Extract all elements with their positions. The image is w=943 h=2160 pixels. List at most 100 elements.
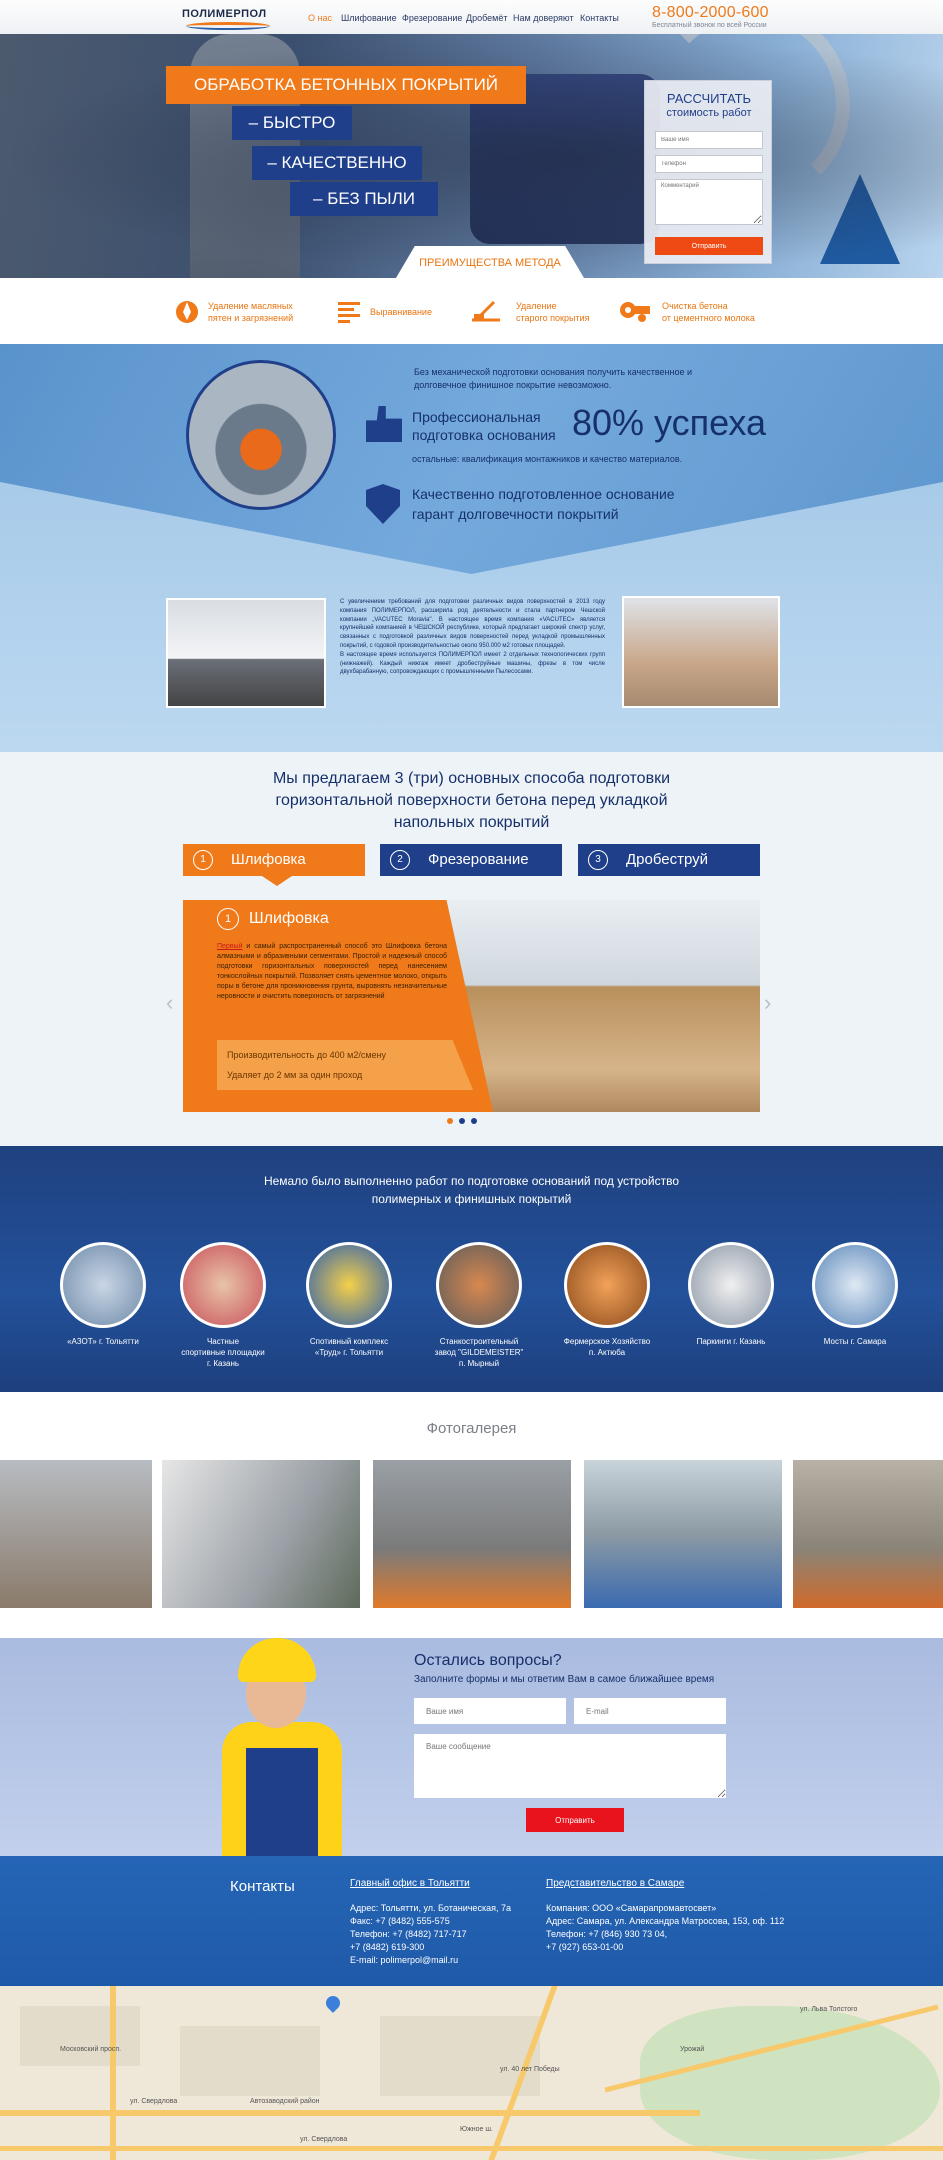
contact-name-input[interactable] [414, 1698, 566, 1724]
footer-title: Контакты [230, 1878, 295, 1895]
feature-old-coating: Удаление старого покрытия [516, 301, 590, 323]
work-photo[interactable] [564, 1242, 650, 1328]
gallery-photo[interactable] [0, 1460, 152, 1608]
slide-lead-link[interactable]: Первый [217, 943, 242, 950]
hero-line-dustless: – БЕЗ ПЫЛИ [290, 182, 438, 216]
nav-about[interactable]: О нас [308, 13, 332, 23]
work-photo[interactable] [436, 1242, 522, 1328]
slider-dot[interactable] [471, 1118, 477, 1124]
gallery-photo[interactable] [162, 1460, 360, 1608]
feature-oil: Удаление масляных пятен и загрязнений [208, 301, 294, 323]
tab-label: Дробеструй [626, 851, 709, 868]
work-label: Спотивный комплекс «Труд» г. Тольятти [309, 1337, 389, 1357]
contact-section: Остались вопросы? Заполните формы и мы о… [0, 1638, 943, 1856]
lines-icon [338, 302, 360, 323]
gallery-photo[interactable] [793, 1460, 943, 1608]
nav-contacts[interactable]: Контакты [580, 13, 619, 23]
pro-headline: Профессиональная подготовка основания [412, 409, 556, 443]
pro-guarantee: Качественно подготовленное основание гар… [412, 486, 675, 522]
feature-cement-milk: Очистка бетона от цементного молока [662, 301, 755, 323]
nav-shotblast[interactable]: Дробемёт [466, 13, 507, 23]
contact-subtitle: Заполните формы и мы ответим Вам в самое… [414, 1674, 715, 1685]
slider-dot[interactable] [459, 1118, 465, 1124]
worker-round-photo [186, 360, 336, 510]
calc-comment-input[interactable] [655, 179, 763, 225]
header-phone-note: Бесплатный звонок по всей России [652, 22, 767, 29]
footer-email[interactable]: E-mail: polimerpol@mail.ru [350, 1954, 511, 1967]
calc-name-input[interactable] [655, 131, 763, 149]
office-samara-details: Компания: ООО «Самарапромавтосвет» Адрес… [546, 1903, 785, 1952]
work-photo[interactable] [180, 1242, 266, 1328]
pro-percent: 80% успеха [572, 402, 766, 443]
gallery-section: Фотогалерея [0, 1392, 943, 1638]
site-header: ПОЛИМЕРПОЛ О нас Шлифование Фрезерование… [0, 0, 943, 34]
hero-headline: ОБРАБОТКА БЕТОННЫХ ПОКРЫТИЙ [166, 66, 526, 104]
work-photo[interactable] [306, 1242, 392, 1328]
helmet-icon [238, 1638, 316, 1682]
logo[interactable]: ПОЛИМЕРПОЛ [182, 8, 267, 20]
contact-email-input[interactable] [574, 1698, 726, 1724]
gallery-title: Фотогалерея [426, 1420, 517, 1437]
tab-label: Шлифовка [231, 851, 306, 868]
gallery-photo[interactable] [584, 1460, 782, 1608]
map-pin-icon[interactable] [323, 1993, 343, 2013]
flame-icon [176, 301, 198, 323]
office-tolyatti-heading: Главный офис в Тольятти [350, 1878, 470, 1889]
methods-title: Мы предлагаем 3 (три) основных способа п… [272, 770, 671, 831]
work-photo[interactable] [812, 1242, 898, 1328]
tab-label: Фрезерование [428, 851, 529, 868]
nav-milling[interactable]: Фрезерование [402, 13, 462, 23]
footer-contacts: Контакты Главный офис в Тольятти Адрес: … [0, 1856, 943, 1986]
work-label: Паркинги г. Казань [696, 1337, 766, 1346]
method-slide: 1 Шлифовка Первый и самый распространенн… [183, 900, 760, 1112]
slider-dot[interactable] [447, 1118, 453, 1124]
nav-clients[interactable]: Нам доверяют [513, 13, 574, 23]
office-tolyatti-details: Адрес: Тольятти, ул. Ботаническая, 7а Фа… [350, 1903, 511, 1967]
calc-form-title: РАССЧИТАТЬ [666, 91, 752, 106]
works-section: Немало было выполненно работ по подготов… [0, 1146, 943, 1392]
slide-number: 1 [217, 908, 239, 930]
logo-swoosh-icon [186, 22, 270, 30]
scraper-icon [472, 300, 500, 322]
contact-submit-button[interactable]: Отправить [526, 1808, 624, 1832]
work-photo[interactable] [60, 1242, 146, 1328]
van-photo [166, 598, 326, 708]
pro-description: С увеличением требований для подготовки … [340, 599, 605, 676]
equipment-photo [622, 596, 780, 708]
slide-text: Первый и самый распространенный способ э… [217, 943, 447, 1000]
work-label: Частные спортивные площадки г. Казань [181, 1337, 265, 1368]
location-map[interactable]: ул. Свердлова ул. Свердлова Автозаводски… [0, 1986, 943, 2160]
calc-phone-input[interactable] [655, 155, 763, 173]
nav-grinding[interactable]: Шлифование [341, 13, 397, 23]
tab-milling[interactable]: 2 Фрезерование [380, 844, 562, 876]
work-label: «АЗОТ» г. Тольятти [67, 1337, 139, 1346]
slide-title: Шлифовка [249, 910, 329, 927]
slider-next-arrow[interactable]: › [764, 990, 771, 1016]
tab-number: 1 [193, 850, 213, 871]
header-phone[interactable]: 8-800-2000-600 [652, 4, 769, 22]
slider-prev-arrow[interactable]: ‹ [166, 990, 173, 1016]
works-title: Немало было выполненно работ по подготов… [263, 1174, 680, 1206]
slide-spec-depth: Удаляет до 2 мм за один проход [227, 1070, 363, 1080]
gallery-photo[interactable] [373, 1460, 571, 1608]
active-tab-pointer [262, 876, 292, 886]
features-row: Удаление масляных пятен и загрязнений Вы… [0, 278, 943, 344]
tab-number: 3 [588, 850, 608, 871]
advantages-tab-label: ПРЕИМУЩЕСТВА МЕТОДА [419, 257, 561, 269]
feature-leveling: Выравнивание [370, 307, 432, 317]
work-label: Фермерское Хозяйство п. Актюба [563, 1337, 651, 1357]
calc-submit-button[interactable]: Отправить [655, 237, 763, 255]
office-samara-heading: Представительство в Самаре [546, 1878, 685, 1889]
work-label: Мосты г. Самара [823, 1337, 887, 1346]
methods-section: Мы предлагаем 3 (три) основных способа п… [0, 752, 943, 1146]
contact-message-input[interactable] [414, 1734, 726, 1798]
tab-shotblast[interactable]: 3 Дробеструй [578, 844, 760, 876]
slide-spec-productivity: Производительность до 400 м2/смену [227, 1050, 386, 1060]
hero-line-quality: – КАЧЕСТВЕННО [252, 146, 422, 180]
hero-line-fast: – БЫСТРО [232, 106, 352, 140]
work-photo[interactable] [688, 1242, 774, 1328]
contact-title: Остались вопросы? [414, 1652, 562, 1669]
tab-grinding[interactable]: 1 Шлифовка [183, 844, 365, 876]
pro-rest: остальные: квалификация монтажников и ка… [412, 454, 683, 464]
calc-form-subtitle: стоимость работ [666, 107, 752, 119]
